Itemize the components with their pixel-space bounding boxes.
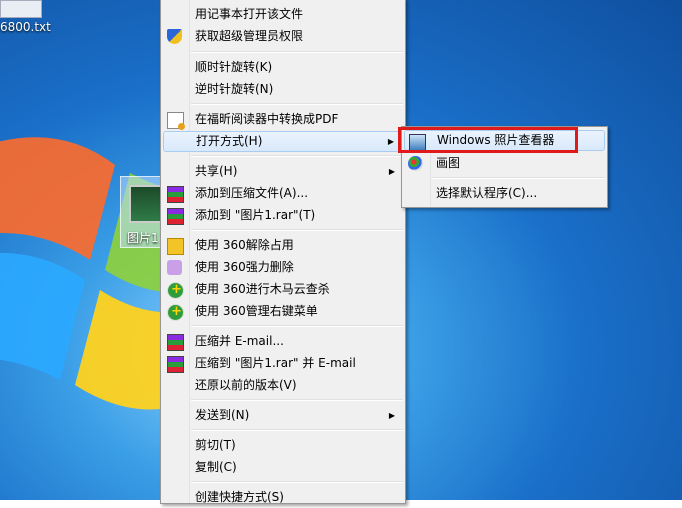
menu-item-create-shortcut[interactable]: 创建快捷方式(S) (163, 487, 403, 508)
menu-item-label: 添加到 "图片1.rar"(T) (195, 208, 316, 222)
highlight-annotation-box (398, 127, 578, 153)
submenu-arrow-icon: ▶ (387, 137, 394, 146)
submenu-item-label: 画图 (436, 156, 461, 170)
winrar-icon (167, 334, 184, 351)
menu-item-cut[interactable]: 剪切(T) (163, 435, 403, 456)
submenu-item-label: 选择默认程序(C)... (436, 186, 538, 200)
menu-separator (191, 51, 403, 53)
menu-item-send-to[interactable]: 发送到(N) ▶ (163, 405, 403, 426)
menu-item-open-notepad[interactable]: 用记事本打开该文件 (163, 4, 403, 25)
uac-shield-icon (167, 29, 182, 44)
menu-item-get-admin[interactable]: 获取超级管理员权限 (163, 26, 403, 47)
desktop-image-label: 图片1 (127, 231, 159, 245)
menu-item-add-archive[interactable]: 添加到压缩文件(A)... (163, 183, 403, 204)
menu-item-label: 逆时针旋转(N) (195, 82, 274, 96)
menu-separator (191, 103, 403, 105)
menu-item-label: 共享(H) (195, 164, 238, 178)
360-security-icon (167, 301, 184, 322)
menu-item-label: 顺时针旋转(K) (195, 60, 273, 74)
menu-item-label: 剪切(T) (195, 438, 236, 452)
menu-separator (191, 399, 403, 401)
menu-item-360-unlock[interactable]: 使用 360解除占用 (163, 235, 403, 256)
menu-item-360-manage-menu[interactable]: 使用 360管理右键菜单 (163, 301, 403, 322)
360-shredder-icon (167, 260, 182, 275)
context-menu: 用记事本打开该文件 获取超级管理员权限 顺时针旋转(K) 逆时针旋转(N) 在福… (160, 0, 406, 504)
text-file-icon (0, 0, 42, 18)
menu-item-label: 获取超级管理员权限 (195, 29, 304, 43)
menu-item-label: 使用 360解除占用 (195, 238, 294, 252)
menu-item-label: 使用 360强力删除 (195, 260, 294, 274)
menu-item-360-force-delete[interactable]: 使用 360强力删除 (163, 257, 403, 278)
menu-separator (191, 229, 403, 231)
menu-separator (191, 481, 403, 483)
submenu-arrow-icon: ▶ (388, 411, 395, 420)
paint-palette-icon (408, 156, 423, 171)
menu-item-label: 复制(C) (195, 460, 237, 474)
menu-item-label: 添加到压缩文件(A)... (195, 186, 309, 200)
submenu-item-choose-default[interactable]: 选择默认程序(C)... (404, 183, 605, 204)
menu-separator (191, 325, 403, 327)
menu-item-rotate-cw[interactable]: 顺时针旋转(K) (163, 57, 403, 78)
menu-separator (432, 177, 605, 179)
menu-item-restore-versions[interactable]: 还原以前的版本(V) (163, 375, 403, 396)
360-unlock-icon (167, 238, 184, 255)
menu-item-compress-rar-email[interactable]: 压缩到 "图片1.rar" 并 E-mail (163, 353, 403, 374)
desktop-file-txt[interactable]: 6800.txt (0, 0, 51, 34)
menu-item-label: 压缩并 E-mail... (195, 334, 284, 348)
menu-item-label: 发送到(N) (195, 408, 250, 422)
submenu-item-paint[interactable]: 画图 (404, 153, 605, 174)
menu-item-label: 使用 360管理右键菜单 (195, 304, 318, 318)
menu-item-share[interactable]: 共享(H) ▶ (163, 161, 403, 182)
menu-item-copy[interactable]: 复制(C) (163, 457, 403, 478)
menu-item-foxit-pdf[interactable]: 在福昕阅读器中转换成PDF (163, 109, 403, 130)
menu-item-compress-email[interactable]: 压缩并 E-mail... (163, 331, 403, 352)
menu-separator (191, 155, 403, 157)
menu-item-open-with[interactable]: 打开方式(H) ▶ (163, 131, 403, 152)
menu-separator (191, 429, 403, 431)
menu-item-label: 在福昕阅读器中转换成PDF (195, 112, 339, 126)
menu-item-add-to-rar[interactable]: 添加到 "图片1.rar"(T) (163, 205, 403, 226)
winrar-icon (167, 356, 184, 373)
foxit-pdf-icon (167, 112, 185, 130)
winrar-icon (167, 186, 184, 203)
menu-item-rotate-ccw[interactable]: 逆时针旋转(N) (163, 79, 403, 100)
360-security-icon (167, 279, 184, 300)
menu-item-label: 还原以前的版本(V) (195, 378, 297, 392)
menu-item-label: 打开方式(H) (196, 134, 263, 148)
menu-item-label: 使用 360进行木马云查杀 (195, 282, 330, 296)
submenu-arrow-icon: ▶ (388, 167, 395, 176)
menu-item-label: 用记事本打开该文件 (195, 7, 304, 21)
menu-item-label: 创建快捷方式(S) (195, 490, 284, 504)
winrar-icon (167, 208, 184, 225)
menu-item-label: 压缩到 "图片1.rar" 并 E-mail (195, 356, 356, 370)
desktop-file-label: 6800.txt (0, 20, 51, 34)
menu-item-360-trojan-scan[interactable]: 使用 360进行木马云查杀 (163, 279, 403, 300)
